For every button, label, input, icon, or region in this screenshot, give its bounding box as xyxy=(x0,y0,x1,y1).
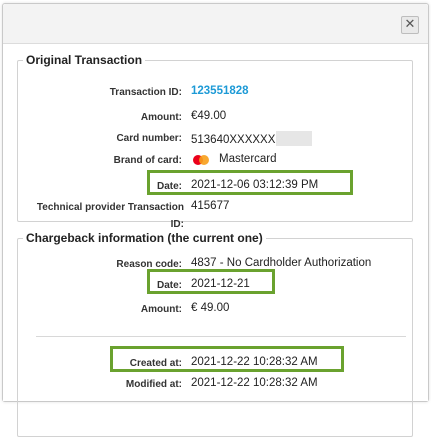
card-number-text: 513640XXXXXX xyxy=(191,134,276,146)
transaction-id-row: Transaction ID: 123551828 xyxy=(18,84,412,102)
chargeback-legend: Chargeback information (the current one) xyxy=(26,231,263,245)
close-icon[interactable]: ✕ xyxy=(401,16,419,34)
modified-at-label: Modified at: xyxy=(125,379,182,390)
brand-label: Brand of card: xyxy=(113,155,182,166)
tech-provider-row: Technical provider Transaction ID: 41567… xyxy=(18,199,412,235)
chargeback-amount-label: Amount: xyxy=(140,304,182,315)
mastercard-logo-icon xyxy=(193,155,209,165)
transaction-id-value: 123551828 xyxy=(191,85,249,97)
amount-value: €49.00 xyxy=(191,110,227,122)
brand-row: Brand of card: Mastercard xyxy=(18,152,412,170)
original-transaction-legend: Original Transaction xyxy=(26,53,143,67)
chargeback-date-highlight xyxy=(147,269,275,294)
dialog-content: Original Transaction Transaction ID: 123… xyxy=(3,44,428,437)
reason-code-value: 4837 - No Cardholder Authorization xyxy=(191,257,372,269)
tech-provider-label: Technical provider Transaction ID: xyxy=(36,202,184,230)
tech-provider-value: 415677 xyxy=(191,200,230,212)
modified-at-row: Modified at: 2021-12-22 10:28:32 AM xyxy=(18,376,412,394)
section-divider xyxy=(36,336,406,337)
card-number-value: 513640XXXXXX xyxy=(191,131,313,146)
card-number-row: Card number: 513640XXXXXX xyxy=(18,130,412,148)
chargeback-amount-value: € 49.00 xyxy=(191,302,230,314)
transaction-id-link[interactable]: 123551828 xyxy=(191,85,249,97)
card-number-redaction xyxy=(276,131,313,146)
transaction-id-label: Transaction ID: xyxy=(109,87,182,98)
dialog-titlebar: ✕ xyxy=(3,4,428,44)
amount-label: Amount: xyxy=(140,112,182,123)
brand-text: Mastercard xyxy=(219,153,277,165)
amount-row: Amount: €49.00 xyxy=(18,109,412,127)
created-at-highlight xyxy=(110,346,344,372)
transaction-dialog: ✕ Original Transaction Transaction ID: 1… xyxy=(2,3,429,437)
chargeback-amount-row: Amount: € 49.00 xyxy=(18,301,412,319)
chargeback-section: Chargeback information (the current one)… xyxy=(17,231,413,437)
brand-value: Mastercard xyxy=(191,153,311,169)
card-number-label: Card number: xyxy=(116,133,182,144)
original-date-highlight xyxy=(147,170,353,195)
modified-at-value: 2021-12-22 10:28:32 AM xyxy=(191,377,318,389)
original-transaction-section: Original Transaction Transaction ID: 123… xyxy=(17,53,413,230)
